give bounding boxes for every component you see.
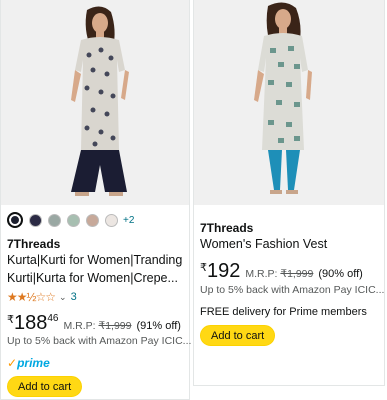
prime-badge: ✓prime [7,356,50,370]
brand-name: 7Threads [7,237,61,251]
price-whole: 192 [207,260,241,282]
brand-name: 7Threads [200,221,254,235]
color-swatch[interactable] [48,213,61,227]
mrp-label: M.R.P: [245,268,278,280]
product-image[interactable] [194,0,384,205]
chevron-down-icon[interactable]: ⌄ [59,292,67,303]
more-colors-link[interactable]: +2 [123,215,134,226]
product-title-line[interactable]: Kurti|Kurta for Women|Crepe... [7,269,178,287]
price: ₹ 188 46 M.R.P: ₹1,999 (91% off) [7,312,181,335]
rating-count[interactable]: 3 [71,291,77,303]
discount-percent: (90% off) [318,268,363,280]
color-swatches: +2 [7,212,134,228]
product-title[interactable]: Women's Fashion Vest [200,235,327,253]
product-title-line[interactable]: Kurta|Kurti for Women|Tranding [7,251,182,269]
price: ₹ 192 M.R.P: ₹1,999 (90% off) [200,260,363,283]
add-to-cart-button[interactable]: Add to cart [200,325,276,346]
product-image[interactable] [1,0,189,205]
price-fraction: 46 [47,313,59,324]
product-card[interactable]: 7Threads Women's Fashion Vest ₹ 192 M.R.… [193,0,385,386]
prime-label: prime [17,356,50,370]
star-rating-icon[interactable]: ★★½☆☆ [7,290,56,304]
color-swatch[interactable] [67,213,80,227]
mrp-value: ₹1,999 [280,268,314,280]
check-icon: ✓ [7,356,18,370]
mrp: M.R.P: ₹1,999 [245,268,313,280]
color-swatch[interactable] [105,213,118,227]
cashback-offer: Up to 5% back with Amazon Pay ICIC... [7,335,192,347]
mrp: M.R.P: ₹1,999 [64,320,132,332]
mrp-label: M.R.P: [63,320,96,332]
currency-symbol: ₹ [200,262,207,274]
cashback-offer: Up to 5% back with Amazon Pay ICIC... [200,284,385,296]
rating[interactable]: ★★½☆☆ ⌄ 3 [7,290,77,304]
color-swatch[interactable] [86,213,99,227]
add-to-cart-button[interactable]: Add to cart [7,376,83,397]
color-swatch[interactable] [7,212,23,228]
currency-symbol: ₹ [7,314,14,326]
mrp-value: ₹1,999 [98,320,132,332]
delivery-info: FREE delivery for Prime members [200,306,367,318]
product-card[interactable]: +2 7Threads Kurta|Kurti for Women|Trandi… [0,0,192,400]
color-swatch[interactable] [29,213,42,227]
discount-percent: (91% off) [136,320,181,332]
price-whole: 188 [14,312,48,334]
